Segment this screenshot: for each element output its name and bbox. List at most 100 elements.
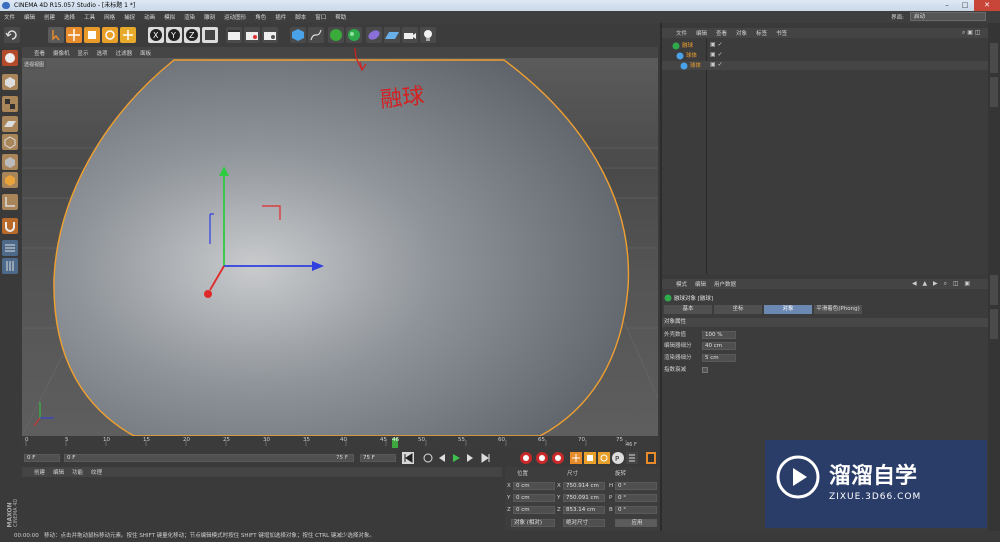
tab-coord[interactable]: 坐标 xyxy=(714,305,762,314)
attr-menu-mode[interactable]: 模式 xyxy=(676,280,687,288)
menu-mesh[interactable]: 网格 xyxy=(104,13,115,21)
size-z-field[interactable]: 853.14 cm xyxy=(563,506,605,514)
side-tab-layers[interactable] xyxy=(990,309,998,339)
autokey-button[interactable] xyxy=(536,452,548,464)
menu-sculpt[interactable]: 雕刻 xyxy=(204,13,215,21)
pos-x-field[interactable]: 0 cm xyxy=(513,482,555,490)
menu-select[interactable]: 选择 xyxy=(64,13,75,21)
z-axis-button[interactable]: Z xyxy=(184,27,200,43)
vp-menu-filter[interactable]: 过滤器 xyxy=(116,49,133,57)
obj-menu-objects[interactable]: 对象 xyxy=(736,29,747,37)
points-mode-button[interactable] xyxy=(2,134,18,150)
render-view-button[interactable] xyxy=(226,27,242,43)
object-manager-panel[interactable]: 融球 ▣ ✓ 球体 ▣ ✓ 球体 ▣ ✓ xyxy=(662,38,988,274)
rot-b-field[interactable]: 0 ° xyxy=(615,506,657,514)
material-manager-panel[interactable] xyxy=(22,477,502,531)
object-row-sphere-2[interactable]: 球体 ▣ ✓ xyxy=(662,61,988,70)
size-y-field[interactable]: 750.091 cm xyxy=(563,494,605,502)
close-button[interactable]: ✕ xyxy=(974,0,1000,11)
tab-phong[interactable]: 平滑着色(Phong) xyxy=(814,305,862,314)
attr-menu-edit[interactable]: 编辑 xyxy=(695,280,706,288)
menu-create[interactable]: 创建 xyxy=(44,13,55,21)
object-row-metaball[interactable]: 融球 ▣ ✓ xyxy=(662,41,988,50)
tab-basic[interactable]: 基本 xyxy=(664,305,712,314)
rot-h-field[interactable]: 0 ° xyxy=(615,482,657,490)
render-settings-button[interactable] xyxy=(262,27,278,43)
menu-snap[interactable]: 捕捉 xyxy=(124,13,135,21)
key-pla-button[interactable] xyxy=(626,452,638,464)
prev-frame-button[interactable] xyxy=(436,452,448,464)
minimize-button[interactable]: – xyxy=(938,0,956,11)
workplane-lock-button[interactable] xyxy=(2,258,18,274)
exponential-checkbox[interactable] xyxy=(702,367,708,373)
coordinate-system-button[interactable] xyxy=(202,27,218,43)
undo-button[interactable] xyxy=(4,27,20,43)
keyframe-selection-button[interactable] xyxy=(552,452,564,464)
end-frame-field[interactable]: 75 F xyxy=(360,454,396,462)
y-axis-button[interactable]: Y xyxy=(166,27,182,43)
vp-menu-display[interactable]: 显示 xyxy=(78,49,89,57)
attr-nav-icons[interactable]: ◀ ▲ ▶ ⌕ ◫ ▣ xyxy=(912,280,982,288)
scale-tool-button[interactable] xyxy=(84,27,100,43)
select-tool-button[interactable] xyxy=(48,27,64,43)
vp-menu-options[interactable]: 选项 xyxy=(97,49,108,57)
spline-pen-button[interactable] xyxy=(308,27,324,43)
record-keys-button[interactable] xyxy=(520,452,532,464)
obj-search-icon[interactable]: ⌕ ▣ ◫ xyxy=(962,29,986,37)
menu-file[interactable]: 文件 xyxy=(4,13,15,21)
rotate-tool-button[interactable] xyxy=(102,27,118,43)
side-tab-objects[interactable] xyxy=(990,43,998,73)
key-position-button[interactable] xyxy=(570,452,582,464)
mat-menu-function[interactable]: 功能 xyxy=(72,468,83,476)
menu-plugins[interactable]: 插件 xyxy=(275,13,286,21)
maximize-button[interactable]: □ xyxy=(956,0,974,11)
next-frame-button[interactable] xyxy=(464,452,476,464)
menu-simulate[interactable]: 模拟 xyxy=(164,13,175,21)
live-select-button[interactable] xyxy=(120,27,136,43)
play-button[interactable] xyxy=(450,452,462,464)
menu-animate[interactable]: 动画 xyxy=(144,13,155,21)
vp-menu-panel[interactable]: 面板 xyxy=(140,49,151,57)
obj-menu-file[interactable]: 文件 xyxy=(676,29,687,37)
start-frame-field[interactable]: 0 F xyxy=(24,454,60,462)
editor-subdiv-input[interactable]: 40 cm xyxy=(702,342,736,350)
key-rotation-button[interactable] xyxy=(598,452,610,464)
attr-menu-userdata[interactable]: 用户数据 xyxy=(714,280,736,288)
timeline-settings-button[interactable] xyxy=(646,452,656,464)
render-subdiv-input[interactable]: 5 cm xyxy=(702,354,736,362)
mat-menu-texture[interactable]: 纹理 xyxy=(91,468,102,476)
vp-menu-view[interactable]: 查看 xyxy=(34,49,45,57)
menu-character[interactable]: 角色 xyxy=(255,13,266,21)
obj-menu-view[interactable]: 查看 xyxy=(716,29,727,37)
side-tab-content[interactable] xyxy=(990,77,998,107)
menu-script[interactable]: 脚本 xyxy=(295,13,306,21)
key-scale-button[interactable] xyxy=(584,452,596,464)
menu-help[interactable]: 帮助 xyxy=(335,13,346,21)
pos-z-field[interactable]: 0 cm xyxy=(513,506,555,514)
model-mode-button[interactable] xyxy=(2,74,18,90)
menu-mograph[interactable]: 运动图形 xyxy=(224,13,246,21)
texture-mode-button[interactable] xyxy=(2,96,18,112)
snap-button[interactable] xyxy=(2,240,18,256)
coords-mode-select[interactable]: 对象 (相对) xyxy=(511,519,555,527)
move-tool-button[interactable] xyxy=(66,27,82,43)
obj-menu-bookmarks[interactable]: 书签 xyxy=(776,29,787,37)
rot-p-field[interactable]: 0 ° xyxy=(615,494,657,502)
size-x-field[interactable]: 750.914 cm xyxy=(563,482,605,490)
polygons-mode-button[interactable] xyxy=(2,172,18,188)
menu-window[interactable]: 窗口 xyxy=(315,13,326,21)
goto-start-button[interactable] xyxy=(402,452,414,464)
obj-menu-tags[interactable]: 标签 xyxy=(756,29,767,37)
mat-menu-edit[interactable]: 编辑 xyxy=(53,468,64,476)
object-visibility[interactable]: ▣ ✓ xyxy=(710,41,723,48)
object-row-sphere-1[interactable]: 球体 ▣ ✓ xyxy=(662,51,988,60)
prev-key-button[interactable] xyxy=(422,452,434,464)
axis-mode-button[interactable] xyxy=(2,194,18,210)
vp-menu-cameras[interactable]: 摄像机 xyxy=(53,49,70,57)
goto-end-button[interactable] xyxy=(480,452,492,464)
object-visibility[interactable]: ▣ ✓ xyxy=(710,61,723,68)
workplane-mode-button[interactable] xyxy=(2,116,18,132)
coords-size-select[interactable]: 绝对尺寸 xyxy=(563,519,605,527)
key-parameter-button[interactable]: P xyxy=(612,452,624,464)
render-picture-viewer-button[interactable] xyxy=(244,27,260,43)
